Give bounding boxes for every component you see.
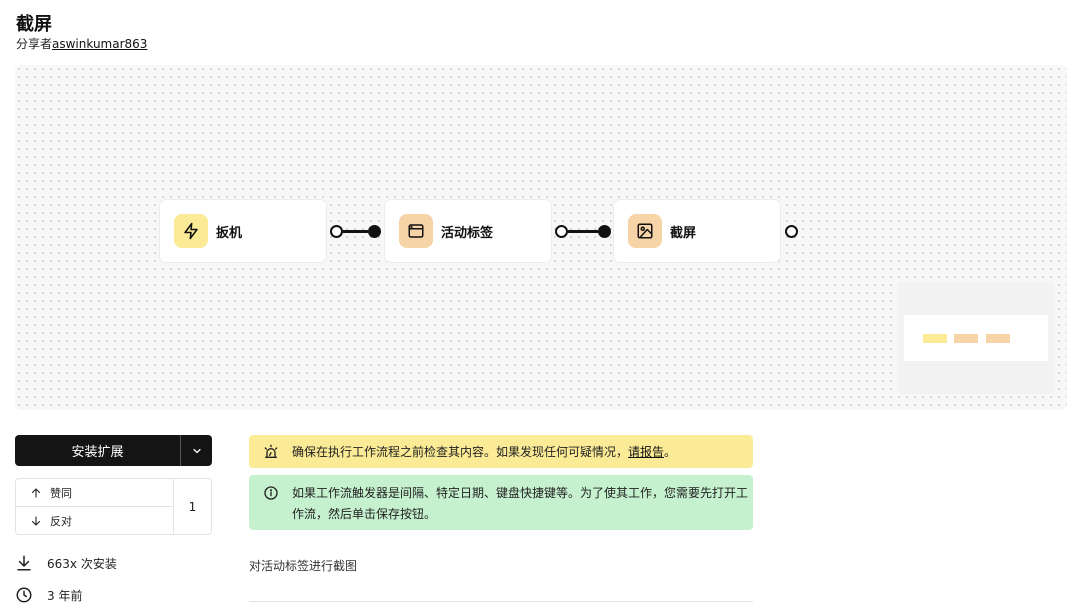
- node-label: 活动标签: [441, 225, 494, 241]
- warning-text: 确保在执行工作流程之前检查其内容。如果发现任何可疑情况，请报告。: [292, 445, 677, 459]
- node-label: 扳机: [216, 225, 243, 241]
- browser-window-icon: [399, 214, 433, 248]
- workflow-description: 对活动标签进行截图: [249, 559, 358, 573]
- divider: [249, 601, 753, 602]
- output-port[interactable]: [555, 225, 568, 238]
- output-port[interactable]: [330, 225, 343, 238]
- workflow-node-active-tab[interactable]: 活动标签: [385, 200, 551, 262]
- lightning-icon: [174, 214, 208, 248]
- vote-count: 1: [173, 479, 211, 534]
- chevron-down-icon[interactable]: [181, 435, 212, 466]
- output-port[interactable]: [785, 225, 798, 238]
- workflow-node-trigger[interactable]: 扳机: [160, 200, 326, 262]
- downvote-label: 反对: [50, 515, 72, 528]
- age-text: 3 年前: [47, 588, 83, 603]
- connection-edge: [343, 230, 368, 233]
- arrow-up-icon: [31, 487, 41, 498]
- warning-alert: 确保在执行工作流程之前检查其内容。如果发现任何可疑情况，请报告。: [249, 435, 753, 468]
- input-port[interactable]: [368, 225, 381, 238]
- download-icon: [17, 555, 31, 571]
- info-text: 如果工作流触发器是间隔、特定日期、键盘快捷键等。为了使其工作，您需要先打开工作流…: [292, 486, 749, 521]
- info-icon: [263, 485, 279, 501]
- report-link[interactable]: 请报告: [628, 445, 664, 459]
- info-alert: 如果工作流触发器是间隔、特定日期、键盘快捷键等。为了使其工作，您需要先打开工作流…: [249, 475, 753, 530]
- downvote-button[interactable]: 反对: [16, 507, 173, 535]
- minimap-node: [923, 334, 947, 343]
- vote-box: 赞同 反对 1: [15, 478, 212, 535]
- upvote-label: 赞同: [50, 486, 72, 500]
- install-extension-button-group: 安装扩展: [15, 435, 212, 466]
- shared-by-prefix: 分享者: [16, 37, 53, 51]
- clock-icon: [16, 587, 32, 603]
- workflow-node-screenshot[interactable]: 截屏: [614, 200, 780, 262]
- minimap-node: [986, 334, 1010, 343]
- age-info: 3 年前: [15, 586, 82, 604]
- connection-edge: [568, 230, 598, 233]
- input-port[interactable]: [598, 225, 611, 238]
- upvote-button[interactable]: 赞同: [16, 479, 173, 507]
- install-extension-button[interactable]: 安装扩展: [15, 441, 180, 460]
- minimap[interactable]: [898, 282, 1054, 394]
- author-link[interactable]: aswinkumar863: [52, 37, 147, 51]
- siren-icon: [263, 444, 279, 460]
- minimap-node: [954, 334, 978, 343]
- node-label: 截屏: [670, 225, 697, 241]
- page-title: 截屏: [16, 14, 52, 35]
- image-icon: [628, 214, 662, 248]
- arrow-down-icon: [31, 516, 41, 526]
- shared-by: 分享者aswinkumar863: [16, 35, 147, 52]
- install-count: 663x 次安装: [15, 554, 117, 572]
- install-count-text: 663x 次安装: [47, 556, 117, 571]
